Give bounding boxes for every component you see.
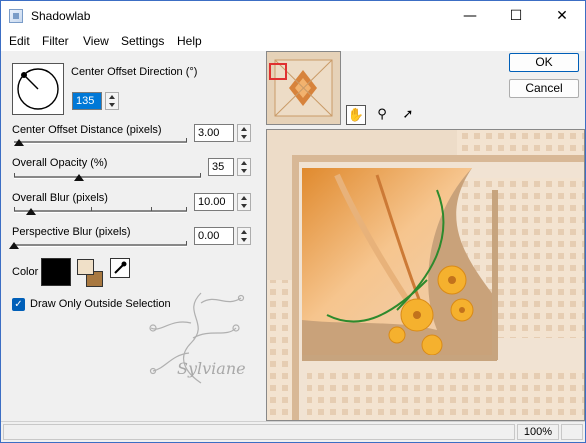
menu-bar: Edit Filter View Settings Help bbox=[1, 31, 585, 51]
blur-slider-tick bbox=[91, 207, 92, 211]
distance-slider-tick bbox=[186, 138, 187, 142]
menu-view[interactable]: View bbox=[83, 34, 109, 48]
zoom-icon[interactable]: ⚲ bbox=[372, 105, 392, 125]
close-icon[interactable]: ✕ bbox=[539, 1, 585, 31]
perspective-label: Perspective Blur (pixels) bbox=[12, 226, 131, 238]
direction-dial[interactable] bbox=[12, 63, 64, 115]
status-right-cell bbox=[561, 424, 583, 440]
status-bar: 100% bbox=[1, 421, 585, 442]
opacity-slider-thumb[interactable] bbox=[74, 174, 85, 181]
blur-label: Overall Blur (pixels) bbox=[12, 192, 108, 204]
status-left-cell bbox=[3, 424, 515, 440]
eyedropper-graphic bbox=[114, 261, 127, 274]
app-icon bbox=[9, 9, 23, 23]
preview-panel[interactable] bbox=[266, 129, 585, 421]
distance-slider-track[interactable] bbox=[14, 141, 187, 144]
window-title: Shadowlab bbox=[31, 9, 91, 23]
perspective-spinner[interactable] bbox=[237, 227, 251, 245]
distance-label: Center Offset Distance (pixels) bbox=[12, 124, 162, 136]
ok-button[interactable]: OK bbox=[509, 53, 579, 72]
distance-slider-thumb[interactable] bbox=[14, 139, 25, 146]
dialog-window: Shadowlab — ☐ ✕ Edit Filter View Setting… bbox=[0, 0, 586, 443]
eyedropper-icon[interactable] bbox=[110, 258, 130, 278]
opacity-slider-tick bbox=[200, 173, 201, 177]
navigator-view-rect[interactable] bbox=[269, 63, 287, 80]
direction-label: Center Offset Direction (°) bbox=[71, 66, 198, 78]
watermark-text: Sylviane bbox=[177, 359, 246, 378]
perspective-input[interactable]: 0.00 bbox=[194, 227, 234, 245]
direction-input[interactable]: 135 bbox=[72, 92, 102, 110]
maximize-icon[interactable]: ☐ bbox=[493, 1, 539, 31]
direction-spinner[interactable] bbox=[105, 92, 119, 110]
blur-slider-tick bbox=[151, 207, 152, 211]
zoom-level: 100% bbox=[517, 424, 559, 440]
blur-spinner[interactable] bbox=[237, 193, 251, 211]
opacity-input[interactable]: 35 bbox=[208, 158, 234, 176]
blur-slider-track[interactable] bbox=[14, 210, 187, 213]
opacity-spinner[interactable] bbox=[237, 158, 251, 176]
opacity-slider-track[interactable] bbox=[14, 176, 201, 179]
perspective-slider-track[interactable] bbox=[14, 244, 187, 247]
navigator-thumbnail[interactable] bbox=[266, 51, 341, 125]
watermark-flourish bbox=[149, 292, 245, 384]
direction-dial-graphic bbox=[17, 68, 59, 110]
menu-edit[interactable]: Edit bbox=[9, 34, 30, 48]
shadow-color-swatch[interactable] bbox=[41, 258, 71, 286]
menu-help[interactable]: Help bbox=[177, 34, 202, 48]
distance-spinner[interactable] bbox=[237, 124, 251, 142]
preview-image bbox=[267, 130, 584, 420]
pointer-icon[interactable]: ➚ bbox=[398, 105, 418, 125]
distance-input[interactable]: 3.00 bbox=[194, 124, 234, 142]
title-bar: Shadowlab — ☐ ✕ bbox=[1, 1, 585, 31]
blur-slider-tick bbox=[14, 207, 15, 211]
blur-slider-tick bbox=[186, 207, 187, 211]
opacity-slider-tick bbox=[14, 173, 15, 177]
blur-input[interactable]: 10.00 bbox=[194, 193, 234, 211]
opacity-label: Overall Opacity (%) bbox=[12, 157, 108, 169]
perspective-slider-thumb[interactable] bbox=[9, 242, 19, 249]
minimize-icon[interactable]: — bbox=[447, 1, 493, 31]
cancel-button[interactable]: Cancel bbox=[509, 79, 579, 98]
color-label: Color bbox=[12, 266, 39, 278]
foreground-color-swatch[interactable] bbox=[77, 259, 94, 275]
menu-filter[interactable]: Filter bbox=[42, 34, 69, 48]
outside-selection-checkbox[interactable]: ✓ bbox=[12, 298, 25, 311]
perspective-slider-tick bbox=[186, 241, 187, 245]
blur-slider-thumb[interactable] bbox=[26, 208, 37, 215]
menu-settings[interactable]: Settings bbox=[121, 34, 164, 48]
pan-icon[interactable]: ✋ bbox=[346, 105, 366, 125]
